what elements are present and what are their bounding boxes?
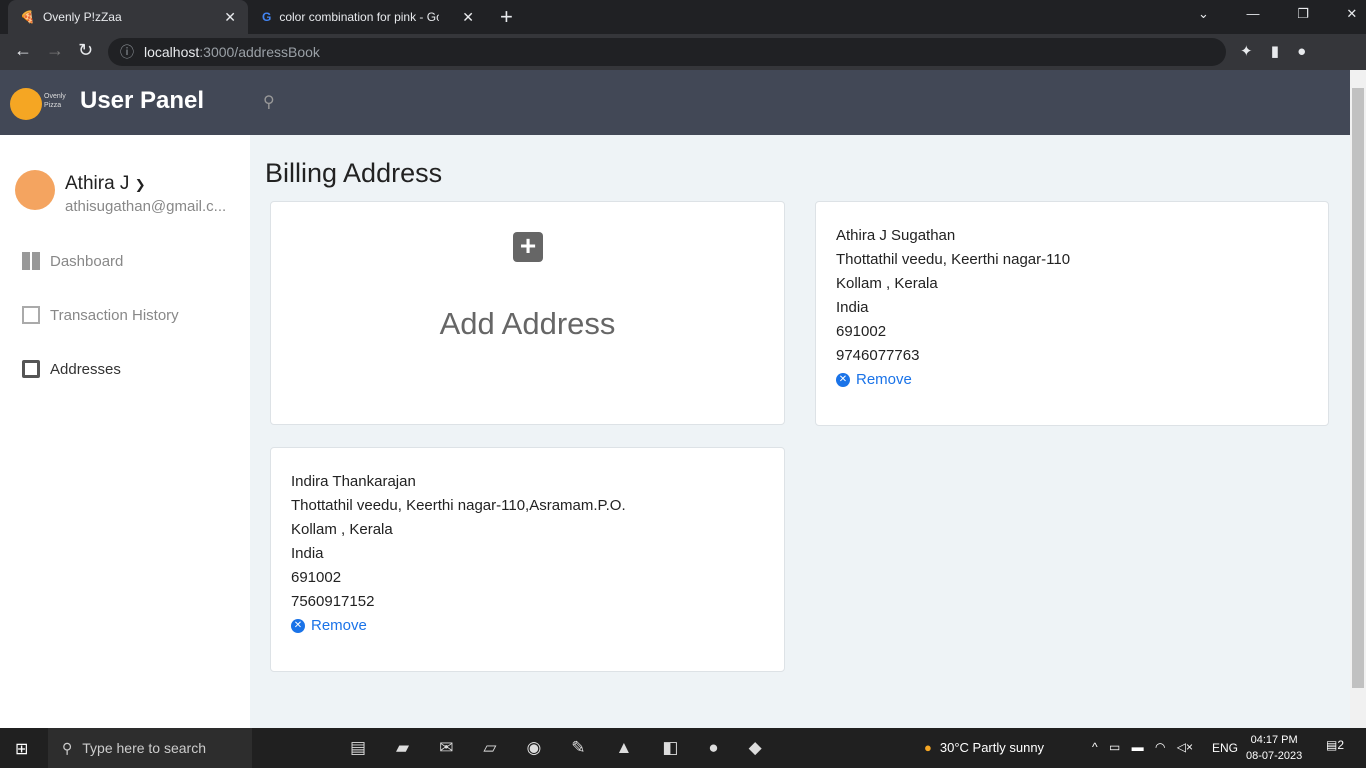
date: 08-07-2023 [1246, 750, 1303, 762]
notifications-icon[interactable]: ▤2 [1326, 738, 1344, 752]
close-tab-icon[interactable]: ✕ [224, 9, 236, 26]
browser-tab-bar: 🍕 Ovenly P!zZaa ✕ Gcolor combination for p… [0, 0, 1366, 34]
notification-count: 2 [1337, 738, 1345, 752]
weather-text: 30°C Partly sunny [939, 740, 1045, 755]
sidebar: Athira J ❯ athisugathan@gmail.c... Dashb… [0, 135, 250, 728]
remove-button[interactable]: ✕ Remove [836, 368, 1308, 392]
address-pin: 691002 [291, 569, 342, 586]
address-phone: 7560917152 [291, 593, 375, 610]
grid-icon [22, 306, 40, 324]
sidebar-item-label: Dashboard [50, 252, 124, 270]
avatar[interactable] [15, 170, 55, 210]
tab-ovenly[interactable]: 🍕 Ovenly P!zZaa ✕ [8, 0, 248, 34]
sidebar-item-transactions[interactable]: Transaction History [22, 306, 179, 324]
app-header: Ovenly Pizza User Panel ⚲ [0, 70, 1350, 135]
add-address-card[interactable]: + Add Address [270, 201, 785, 425]
close-circle-icon: ✕ [836, 373, 850, 387]
url-host: localhost [144, 44, 200, 60]
pinned-apps[interactable]: ▤▰✉▱◉✎▲◧●◆ [350, 738, 792, 758]
sidebar-item-addresses[interactable]: Addresses [22, 360, 121, 378]
remove-button[interactable]: ✕ Remove [291, 614, 764, 638]
search-placeholder: Type here to search [82, 740, 207, 756]
taskbar: ⊞ ⚲ Type here to search ▤▰✉▱◉✎▲◧●◆ ● 30°C … [0, 728, 1366, 768]
page-title: Billing Address [265, 158, 443, 188]
clock[interactable]: 04:17 PM 08-07-2023 [1246, 732, 1302, 764]
address-card: Athira J Sugathan Thottathil veedu, Keer… [815, 201, 1329, 426]
address-name: Indira Thankarajan [291, 473, 416, 490]
address-country: India [291, 545, 324, 562]
time: 04:17 PM [1250, 734, 1298, 746]
weather-widget[interactable]: ● 30°C Partly sunny [924, 740, 1044, 755]
address-line: Thottathil veedu, Keerthi nagar-110 [836, 251, 1071, 268]
user-name: Athira J [65, 173, 130, 194]
tab-title: color combination for pink - Goo [279, 10, 440, 24]
app-title: User Panel [80, 87, 205, 114]
address-card: Indira Thankarajan Thottathil veedu, Kee… [270, 447, 785, 672]
remove-label: Remove [856, 371, 912, 388]
library-books-icon [22, 360, 40, 378]
windows-start-icon[interactable]: ⊞ [15, 739, 28, 759]
user-email: athisugathan@gmail.c... [65, 198, 227, 215]
remove-label: Remove [311, 617, 367, 634]
reload-icon[interactable]: ↻ [78, 40, 93, 61]
forward-icon[interactable]: → [46, 40, 64, 61]
address-pin: 691002 [836, 323, 887, 340]
address-city: Kollam , Kerala [836, 275, 938, 292]
url-field[interactable]: ⓘ localhost:3000/addressBook [108, 38, 1226, 66]
chevron-down-icon: ❯ [134, 177, 146, 192]
url-path: :3000/addressBook [199, 44, 320, 60]
scrollbar[interactable] [1350, 70, 1366, 728]
sidebar-item-label: Addresses [50, 360, 121, 378]
sidebar-item-label: Transaction History [50, 306, 179, 324]
window-controls[interactable]: ⌄ — ❐ ✕ [1198, 6, 1357, 22]
address-name: Athira J Sugathan [836, 227, 956, 244]
language-indicator[interactable]: ENG [1212, 741, 1238, 755]
add-address-label: Add Address [439, 306, 616, 341]
tray-icons[interactable]: ^ ▭ ▬ ◠ ◁× [1092, 740, 1193, 754]
new-tab-button[interactable]: + [500, 4, 513, 30]
back-icon[interactable]: ← [14, 40, 32, 61]
extension-icons[interactable]: ✦ ▮ ● [1240, 42, 1306, 60]
scrollbar-thumb[interactable] [1352, 88, 1364, 688]
logo-text: Ovenly Pizza [44, 93, 66, 109]
sidebar-item-dashboard[interactable]: Dashboard [22, 252, 123, 270]
address-city: Kollam , Kerala [291, 521, 393, 538]
tab-title: Ovenly P!zZaa [42, 10, 122, 24]
pizza-logo-icon [10, 88, 42, 120]
user-menu[interactable]: Athira J ❯ [65, 173, 146, 195]
address-phone: 9746077763 [836, 347, 920, 364]
close-circle-icon: ✕ [291, 619, 305, 633]
taskbar-search[interactable]: ⚲ Type here to search [48, 728, 252, 768]
search-icon: ⚲ [62, 739, 73, 756]
close-tab-icon[interactable]: ✕ [462, 9, 474, 26]
dashboard-icon [22, 252, 40, 270]
address-line: Thottathil veedu, Keerthi nagar-110,Asra… [291, 497, 626, 514]
address-country: India [836, 299, 869, 316]
tab-google[interactable]: Gcolor combination for pink - Goo ✕ [250, 0, 486, 34]
plus-square-icon: + [513, 232, 543, 262]
info-icon: ⓘ [120, 44, 134, 60]
weather-icon: ● [924, 740, 932, 755]
search-icon[interactable]: ⚲ [263, 92, 275, 112]
